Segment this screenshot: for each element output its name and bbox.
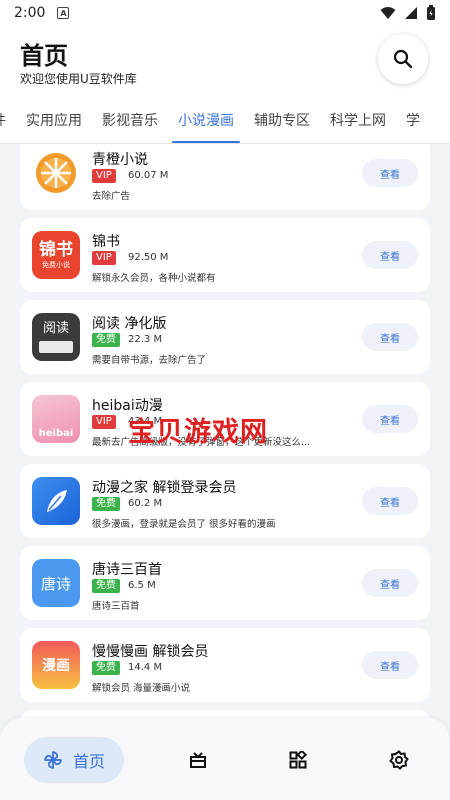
icon-text: 唐诗	[40, 574, 71, 593]
pinwheel-icon	[44, 751, 62, 769]
icon-text: 锦书	[39, 240, 73, 260]
app-name: 锦书	[92, 234, 120, 250]
app-size: 60.07 M	[128, 170, 169, 181]
app-desc: 需要自带书源，去除广告了	[92, 355, 207, 366]
view-button[interactable]: 查看	[362, 323, 418, 351]
jinshu-logo-icon: 锦书 免费小说	[32, 231, 80, 279]
app-card[interactable]: 阅读 阅读 净化版 免费 22.3 M 需要自带书源，去除广告了 查看	[20, 300, 430, 374]
yuedu-logo-icon: 阅读	[32, 313, 80, 361]
tab-partial-right[interactable]: 学	[396, 102, 430, 143]
tab-partial-left[interactable]: 件	[0, 102, 16, 143]
app-card[interactable]: 漫画 慢慢慢画 解锁会员 免费 14.4 M 解锁会员 海量漫画小说 查看	[20, 628, 430, 702]
icon-text: 漫画	[42, 658, 70, 674]
view-button[interactable]: 查看	[362, 405, 418, 433]
nav-apps-button[interactable]	[288, 750, 308, 770]
app-desc: 唐诗三百首	[92, 601, 140, 612]
tab-vpn[interactable]: 科学上网	[320, 102, 396, 143]
grid-apps-icon	[289, 751, 307, 769]
vip-badge: VIP	[92, 251, 116, 265]
manhua-logo-icon: 漫画	[32, 641, 80, 689]
tab-utility-apps[interactable]: 实用应用	[16, 102, 92, 143]
tab-video-music[interactable]: 影视音乐	[92, 102, 168, 143]
tangshi-logo-icon: 唐诗	[32, 559, 80, 607]
page-title: 首页	[20, 42, 68, 70]
nav-home-label: 首页	[72, 752, 105, 771]
app-card[interactable]: 动漫之家 解锁登录会员 免费 60.2 M 很多漫画，登录就是会员了 很多好看的…	[20, 464, 430, 538]
category-tabs: 件 实用应用 影视音乐 小说漫画 辅助专区 科学上网 学	[0, 102, 450, 144]
nav-settings-button[interactable]	[389, 750, 409, 770]
feather-icon	[32, 477, 80, 525]
view-button[interactable]: 查看	[362, 159, 418, 187]
header: 首页 欢迎您使用U豆软件库	[0, 26, 450, 102]
view-button[interactable]: 查看	[362, 241, 418, 269]
free-badge: 免费	[92, 579, 120, 593]
orange-slice-icon	[32, 149, 80, 197]
tab-novels-comics[interactable]: 小说漫画	[168, 102, 244, 143]
signal-icon	[405, 7, 417, 19]
app-size: 14.4 M	[128, 662, 163, 673]
app-card[interactable]: 唐诗 唐诗三百首 免费 6.5 M 唐诗三百首 查看	[20, 546, 430, 620]
free-badge: 免费	[92, 497, 120, 511]
icon-subtext: 免费小说	[42, 261, 70, 269]
search-button[interactable]	[378, 34, 428, 84]
tab-assist[interactable]: 辅助专区	[244, 102, 320, 143]
view-button[interactable]: 查看	[362, 569, 418, 597]
wifi-icon	[380, 7, 396, 19]
app-name: 唐诗三百首	[92, 562, 162, 578]
icon-text: 阅读	[42, 321, 69, 336]
bottom-nav: 首页	[0, 718, 450, 800]
app-desc: 很多漫画，登录就是会员了 很多好看的漫画	[92, 519, 276, 530]
app-desc: 解锁永久会员，各种小说都有	[92, 273, 216, 284]
gear-icon	[389, 750, 409, 770]
icon-text: heibai	[38, 428, 74, 439]
battery-icon	[427, 5, 435, 20]
app-size: 92.50 M	[128, 252, 169, 263]
app-name: 动漫之家 解锁登录会员	[92, 480, 237, 496]
app-name: 慢慢慢画 解锁会员	[92, 644, 209, 660]
vip-badge: VIP	[92, 415, 116, 429]
app-size: 60.2 M	[128, 498, 163, 509]
nav-gift-button[interactable]	[188, 750, 208, 770]
app-desc: 去除广告	[92, 191, 131, 202]
view-button[interactable]: 查看	[362, 651, 418, 679]
nav-home-button[interactable]: 首页	[24, 737, 124, 783]
page-subtitle: 欢迎您使用U豆软件库	[20, 72, 137, 86]
app-card[interactable]: 锦书 免费小说 锦书 VIP 92.50 M 解锁永久会员，各种小说都有 查看	[20, 218, 430, 292]
heibai-logo-icon: heibai	[32, 395, 80, 443]
view-button[interactable]: 查看	[362, 487, 418, 515]
app-size: 22.3 M	[128, 334, 163, 345]
status-time: 2:00	[14, 5, 46, 21]
app-name: 青橙小说	[92, 152, 148, 168]
app-card[interactable]: 青橙小说 VIP 60.07 M 去除广告 查看	[20, 144, 430, 210]
gift-box-icon	[190, 752, 206, 768]
status-icons	[380, 5, 436, 21]
free-badge: 免费	[92, 333, 120, 347]
search-icon	[393, 49, 413, 69]
app-name: 阅读 净化版	[92, 316, 167, 332]
vip-badge: VIP	[92, 169, 116, 183]
free-badge: 免费	[92, 661, 120, 675]
app-desc: 解锁会员 海量漫画小说	[92, 683, 191, 694]
notification-a-icon: A	[57, 7, 70, 19]
watermark: 宝贝游戏网	[128, 417, 268, 448]
status-bar: 2:00 A	[0, 0, 450, 26]
app-size: 6.5 M	[128, 580, 156, 591]
